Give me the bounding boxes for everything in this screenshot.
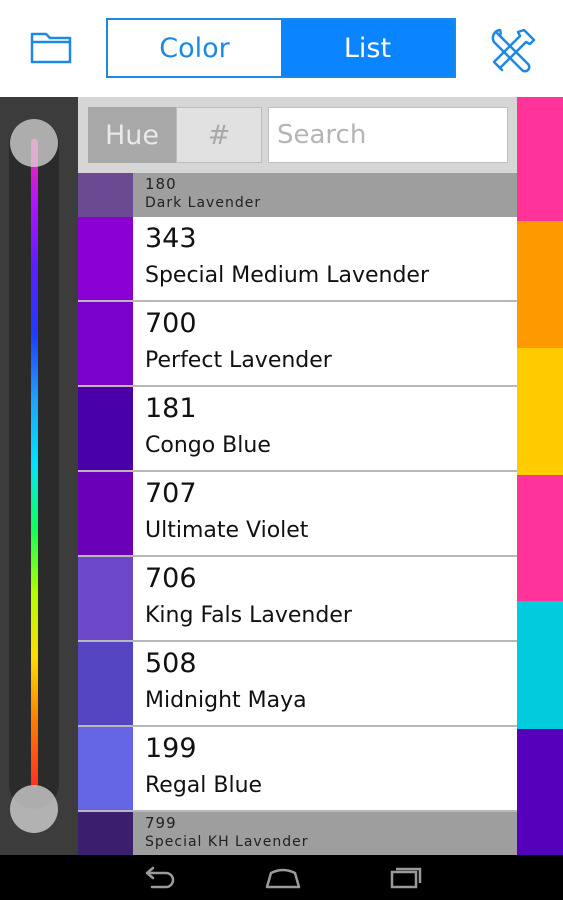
main-area: Hue # 180 Dark Lavender 343 Special Medi… — [0, 97, 563, 855]
color-swatch — [78, 472, 133, 555]
tools-icon[interactable] — [486, 22, 542, 78]
color-list: Hue # 180 Dark Lavender 343 Special Medi… — [78, 97, 517, 855]
palette-block[interactable] — [517, 601, 563, 729]
color-swatch — [78, 557, 133, 640]
color-code: 199 — [145, 733, 197, 764]
list-item[interactable]: 199 Regal Blue — [78, 727, 517, 812]
color-swatch — [78, 812, 133, 855]
color-code: 799 — [145, 814, 177, 832]
hue-slider-panel — [0, 97, 78, 855]
list-item[interactable]: 706 King Fals Lavender — [78, 557, 517, 642]
home-icon[interactable] — [258, 861, 308, 895]
back-icon[interactable] — [134, 861, 184, 895]
color-code: 180 — [145, 175, 177, 193]
color-name: King Fals Lavender — [145, 603, 352, 628]
color-code: 181 — [145, 393, 197, 424]
top-toolbar: Color List — [0, 0, 563, 97]
hue-sort-button[interactable]: Hue — [88, 107, 176, 163]
color-swatch — [78, 387, 133, 470]
color-code: 508 — [145, 648, 197, 679]
color-swatch — [78, 217, 133, 300]
filter-bar: Hue # — [78, 97, 517, 173]
color-name: Ultimate Violet — [145, 518, 309, 543]
color-swatch — [78, 727, 133, 810]
color-code: 700 — [145, 308, 197, 339]
list-item[interactable]: 508 Midnight Maya — [78, 642, 517, 727]
color-name: Midnight Maya — [145, 688, 307, 713]
hue-gradient-track — [31, 139, 38, 787]
color-name: Special KH Lavender — [145, 834, 309, 850]
palette-strip — [517, 97, 563, 855]
folder-icon[interactable] — [26, 24, 78, 68]
list-item[interactable]: 799 Special KH Lavender — [78, 812, 517, 855]
slider-thumb-bottom[interactable] — [10, 785, 58, 833]
system-nav-bar — [0, 855, 563, 900]
palette-block[interactable] — [517, 475, 563, 601]
color-code: 707 — [145, 478, 197, 509]
palette-block[interactable] — [517, 221, 563, 348]
tab-list[interactable]: List — [281, 20, 454, 76]
list-item[interactable]: 700 Perfect Lavender — [78, 302, 517, 387]
palette-block[interactable] — [517, 729, 563, 855]
color-name: Congo Blue — [145, 433, 271, 458]
color-swatch — [78, 302, 133, 385]
palette-block[interactable] — [517, 348, 563, 475]
list-item[interactable]: 180 Dark Lavender — [78, 173, 517, 217]
list-item[interactable]: 181 Congo Blue — [78, 387, 517, 472]
color-name: Dark Lavender — [145, 195, 262, 211]
color-code: 706 — [145, 563, 197, 594]
color-code: 343 — [145, 223, 197, 254]
color-name: Regal Blue — [145, 773, 263, 798]
color-name: Perfect Lavender — [145, 348, 332, 373]
list-item[interactable]: 343 Special Medium Lavender — [78, 217, 517, 302]
tab-color[interactable]: Color — [108, 20, 281, 76]
view-mode-switch: Color List — [106, 18, 456, 78]
palette-block[interactable] — [517, 97, 563, 221]
color-swatch — [78, 173, 133, 217]
slider-thumb-top[interactable] — [10, 119, 58, 167]
recents-icon[interactable] — [380, 861, 430, 895]
search-input[interactable] — [268, 107, 508, 163]
color-swatch — [78, 642, 133, 725]
list-item[interactable]: 707 Ultimate Violet — [78, 472, 517, 557]
color-name: Special Medium Lavender — [145, 263, 430, 288]
number-sort-button[interactable]: # — [176, 107, 262, 163]
